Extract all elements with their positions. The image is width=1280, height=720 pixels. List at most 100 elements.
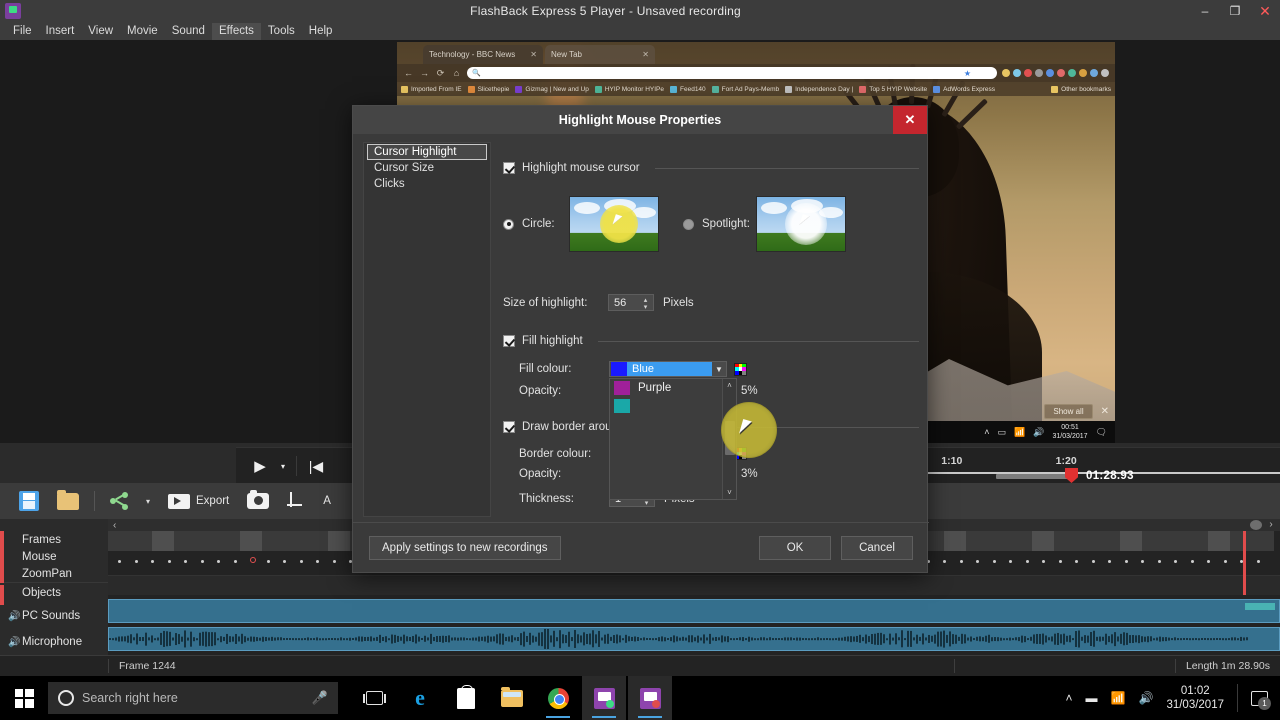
minimize-button[interactable]: – xyxy=(1190,0,1220,22)
fill-colour-dropdown-list[interactable]: Purple ˄ ˅ xyxy=(609,378,737,500)
wifi-icon[interactable]: 📶 xyxy=(1014,427,1025,438)
frame-cell[interactable] xyxy=(306,531,328,551)
menu-movie[interactable]: Movie xyxy=(120,23,165,40)
frame-cell[interactable] xyxy=(966,531,988,551)
menu-file[interactable]: File xyxy=(6,23,39,40)
export-button[interactable]: Export xyxy=(159,486,238,516)
dropdown-option-purple[interactable]: Purple xyxy=(610,379,736,397)
extension-icon[interactable] xyxy=(1101,69,1109,77)
extension-icon[interactable] xyxy=(1057,69,1065,77)
mouse-event-dot[interactable] xyxy=(300,560,303,563)
mouse-event-dot[interactable] xyxy=(184,560,187,563)
menu-help[interactable]: Help xyxy=(302,23,340,40)
microphone-icon[interactable]: 🎤 xyxy=(312,690,328,706)
chevron-down-icon[interactable]: ▾ xyxy=(274,454,292,478)
border-opacity-value[interactable]: 3% xyxy=(741,468,758,480)
nav-item-cursor-size[interactable]: Cursor Size xyxy=(368,161,486,175)
fill-colour-palette-button[interactable] xyxy=(734,363,747,376)
open-button[interactable] xyxy=(48,486,88,516)
mouse-event-dot[interactable] xyxy=(316,560,319,563)
frame-cell[interactable] xyxy=(240,531,262,551)
play-button[interactable]: ▶ xyxy=(246,454,274,478)
extension-icon[interactable] xyxy=(1002,69,1010,77)
extension-icon[interactable] xyxy=(1024,69,1032,77)
show-all-button[interactable]: Show all xyxy=(1044,404,1092,419)
extension-icon[interactable] xyxy=(1035,69,1043,77)
circle-radio[interactable] xyxy=(503,219,514,230)
chevron-down-icon[interactable]: ▼ xyxy=(712,362,726,376)
mouse-event-dot[interactable] xyxy=(118,560,121,563)
mouse-event-dot[interactable] xyxy=(1257,560,1260,563)
track-label-pc-sounds[interactable]: 🔊 PC Sounds xyxy=(0,603,108,629)
bookmark-item[interactable]: Feed140 xyxy=(670,86,706,93)
volume-icon[interactable]: 🔊 xyxy=(1033,427,1044,438)
frame-cell[interactable] xyxy=(1164,531,1186,551)
fill-highlight-checkbox[interactable] xyxy=(503,335,515,347)
bookmark-item[interactable]: Gizmag | New and Up xyxy=(515,86,588,93)
bookmark-item[interactable]: Slicethepie xyxy=(468,86,510,93)
frame-cell[interactable] xyxy=(130,531,152,551)
mouse-event-dot[interactable] xyxy=(333,560,336,563)
playhead-marker[interactable] xyxy=(1065,468,1078,483)
track-label-frames[interactable]: Frames xyxy=(0,531,108,548)
notifications-icon[interactable]: 🗨 xyxy=(1096,427,1107,438)
frame-cell[interactable] xyxy=(152,531,174,551)
extension-icon[interactable] xyxy=(1068,69,1076,77)
mouse-event-dot[interactable] xyxy=(960,560,963,563)
scroll-left-button[interactable]: ‹ xyxy=(113,520,116,531)
frame-cell[interactable] xyxy=(1054,531,1076,551)
frame-cell[interactable] xyxy=(108,531,130,551)
forward-icon[interactable]: → xyxy=(419,68,430,78)
bookmark-star-icon[interactable]: ★ xyxy=(964,69,971,78)
mouse-event-dot[interactable] xyxy=(1158,560,1161,563)
reload-icon[interactable]: ⟳ xyxy=(435,68,446,79)
start-button[interactable] xyxy=(0,676,48,720)
menu-tools[interactable]: Tools xyxy=(261,23,302,40)
frame-cell[interactable] xyxy=(1208,531,1230,551)
apply-settings-button[interactable]: Apply settings to new recordings xyxy=(369,536,561,560)
frame-cell[interactable] xyxy=(196,531,218,551)
search-input[interactable]: Search right here 🎤 xyxy=(48,682,338,714)
bookmark-item[interactable]: AdWords Express xyxy=(933,86,995,93)
frame-cell[interactable] xyxy=(1010,531,1032,551)
track-label-microphone[interactable]: 🔊 Microphone xyxy=(0,629,108,655)
timeline-playhead[interactable] xyxy=(1243,531,1246,595)
mouse-event-dot[interactable] xyxy=(283,560,286,563)
crop-button[interactable] xyxy=(278,486,314,516)
browser-address-bar[interactable]: 🔍 ★ xyxy=(467,67,997,79)
mouse-event-dot[interactable] xyxy=(151,560,154,563)
nav-item-clicks[interactable]: Clicks xyxy=(368,177,486,191)
browser-tab-bbc[interactable]: Technology - BBC News ✕ xyxy=(423,45,543,64)
mouse-event-dot[interactable] xyxy=(135,560,138,563)
extension-icon[interactable] xyxy=(1079,69,1087,77)
mouse-event-dot[interactable] xyxy=(1059,560,1062,563)
frame-cell[interactable] xyxy=(284,531,306,551)
restore-button[interactable]: ❐ xyxy=(1220,0,1250,22)
action-center-icon[interactable]: 1 xyxy=(1251,691,1268,706)
frame-cell[interactable] xyxy=(1098,531,1120,551)
fill-opacity-value[interactable]: 5% xyxy=(741,385,758,397)
microphone-track[interactable] xyxy=(108,627,1280,651)
save-button[interactable] xyxy=(10,486,48,516)
close-icon[interactable]: ✕ xyxy=(642,50,649,59)
home-icon[interactable]: ⌂ xyxy=(451,68,462,78)
bookmark-item[interactable]: Imported From IE xyxy=(401,86,462,93)
mouse-event-dot[interactable] xyxy=(1125,560,1128,563)
extension-icon[interactable] xyxy=(1046,69,1054,77)
fill-colour-combobox[interactable]: Blue ▼ xyxy=(609,361,727,377)
spotlight-highlight-preview[interactable] xyxy=(756,196,846,252)
annotate-button[interactable]: A xyxy=(314,486,340,516)
track-label-objects[interactable]: Objects xyxy=(0,582,108,603)
clock[interactable]: 01:02 31/03/2017 xyxy=(1166,684,1224,712)
edge-button[interactable]: e xyxy=(398,676,442,720)
store-button[interactable] xyxy=(444,676,488,720)
frame-cell[interactable] xyxy=(1076,531,1098,551)
mouse-event-dot[interactable] xyxy=(168,560,171,563)
mouse-event-dot[interactable] xyxy=(943,560,946,563)
draw-border-checkbox[interactable] xyxy=(503,421,515,433)
frame-cell[interactable] xyxy=(328,531,350,551)
battery-icon[interactable]: ▬ xyxy=(1086,691,1098,705)
circle-highlight-preview[interactable] xyxy=(569,196,659,252)
track-label-mouse[interactable]: Mouse xyxy=(0,548,108,565)
mouse-event-dot[interactable] xyxy=(1191,560,1194,563)
